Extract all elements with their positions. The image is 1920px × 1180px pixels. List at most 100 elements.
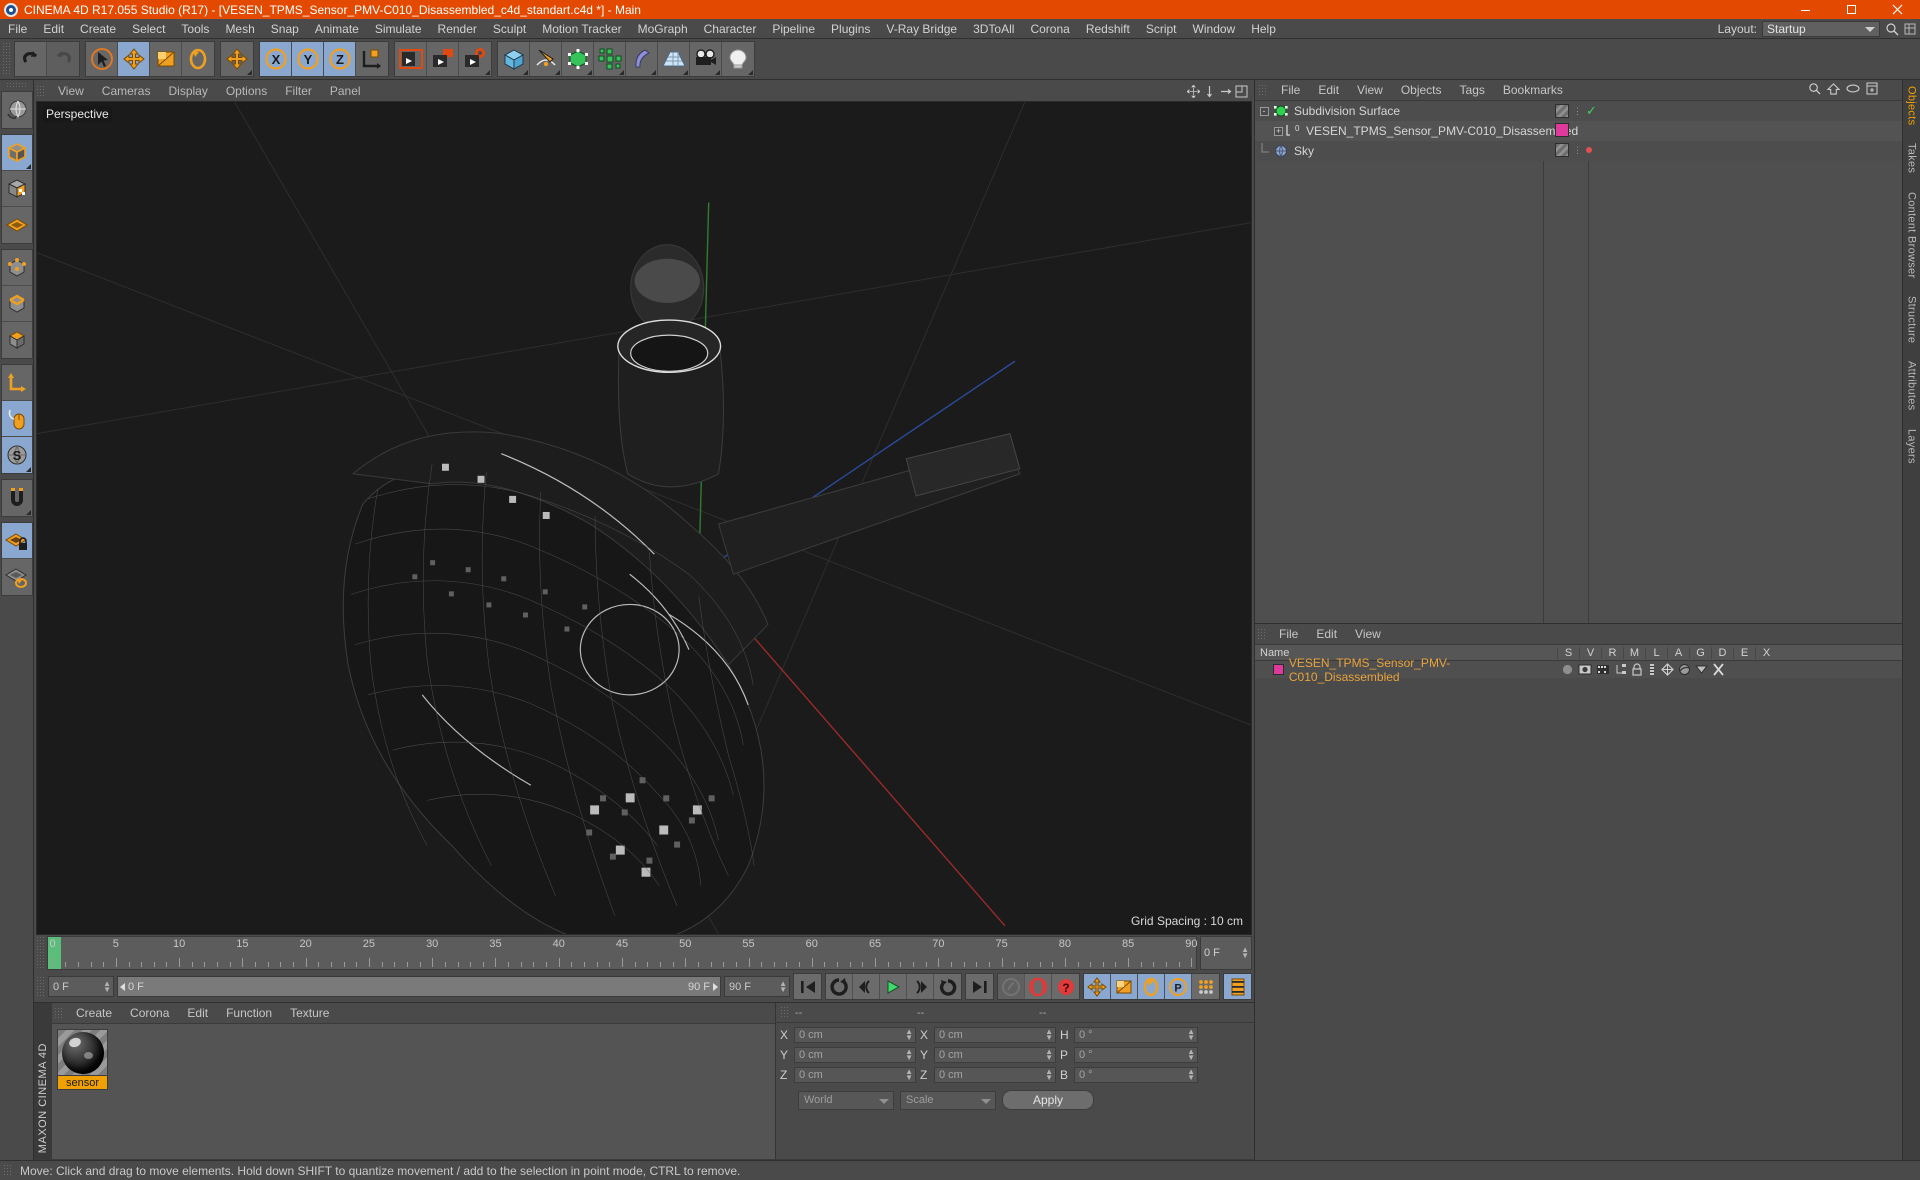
coord-input-rot-p[interactable]: 0 ° ▲ ▼ [1074, 1047, 1198, 1063]
expander-toggle[interactable]: + [1255, 126, 1285, 136]
menu-mograph[interactable]: MoGraph [630, 19, 696, 39]
expander-toggle[interactable]: - [1255, 106, 1273, 116]
coord-input-pos-y[interactable]: 0 cm ▲ ▼ [794, 1047, 916, 1063]
column-e[interactable]: E [1733, 646, 1755, 659]
menu-tools[interactable]: Tools [173, 19, 217, 39]
material-menu-create[interactable]: Create [67, 1003, 121, 1023]
render-icon[interactable] [1596, 663, 1610, 676]
object-menu-edit[interactable]: Edit [1309, 80, 1348, 100]
play-loop-button[interactable] [934, 974, 961, 999]
viewport-menu-options[interactable]: Options [217, 82, 276, 101]
play-backwards-button[interactable] [826, 974, 853, 999]
menu-edit[interactable]: Edit [35, 19, 72, 39]
anim-start-field[interactable]: 0 F ▲ ▼ [48, 976, 114, 997]
rotate-view-icon[interactable] [1219, 85, 1232, 98]
spinner-icon[interactable]: ▲ ▼ [905, 1048, 913, 1062]
object-menu-tags[interactable]: Tags [1451, 80, 1494, 100]
visibility-check-icon[interactable]: ✓ [1586, 103, 1597, 119]
menu-create[interactable]: Create [72, 19, 124, 39]
object-menu-file[interactable]: File [1272, 80, 1309, 100]
tab-content-browser[interactable]: Content Browser [1906, 192, 1918, 278]
layer-menu-file[interactable]: File [1270, 624, 1307, 644]
object-row-subdivision-surface[interactable]: - Subdivision Surface ⋮ ✓ [1255, 101, 1902, 121]
coord-input-rot-h[interactable]: 0 ° ▲ ▼ [1074, 1027, 1198, 1043]
coord-input-size-z[interactable]: 0 cm ▲ ▼ [934, 1067, 1056, 1083]
object-axis-button[interactable] [1, 365, 32, 401]
animation-icon[interactable] [1647, 663, 1657, 676]
scale-key-button[interactable] [1111, 974, 1138, 999]
solo-dot-icon[interactable] [1561, 663, 1574, 676]
left-toolbar-grip[interactable] [5, 82, 28, 89]
expand-box-icon[interactable]: + [1274, 126, 1283, 136]
enable-axis-button[interactable] [1, 401, 32, 437]
material-menu-corona[interactable]: Corona [121, 1003, 178, 1023]
layer-color-swatch[interactable] [1273, 664, 1284, 675]
material-list[interactable]: sensor [52, 1023, 775, 1159]
material-manager-grip[interactable] [54, 1006, 63, 1020]
edge-mode-button[interactable] [1, 286, 32, 322]
menu-sculpt[interactable]: Sculpt [485, 19, 534, 39]
object-menu-objects[interactable]: Objects [1392, 80, 1451, 100]
animbar-grip[interactable] [36, 976, 45, 997]
column-v[interactable]: V [1579, 646, 1601, 659]
toolbar-grip[interactable] [2, 42, 12, 76]
range-right-handle-icon[interactable] [713, 982, 718, 991]
column-r[interactable]: R [1601, 646, 1623, 659]
range-left-handle-icon[interactable] [120, 982, 125, 991]
object-row-sky[interactable]: Sky ⋮ [1255, 141, 1902, 161]
layer-name-cell[interactable]: VESEN_TPMS_Sensor_PMV-C010_Disassembled [1255, 656, 1557, 684]
deformers-icon[interactable] [1678, 663, 1691, 676]
lock-workplane-button[interactable] [1, 523, 32, 559]
viewport-grip[interactable] [36, 85, 45, 98]
next-key-button[interactable] [907, 974, 934, 999]
menu-pipeline[interactable]: Pipeline [764, 19, 823, 39]
autokeying-button[interactable] [1025, 974, 1052, 999]
spinner-icon[interactable]: ▲ ▼ [905, 1028, 913, 1042]
add-light-button[interactable] [722, 42, 754, 76]
undo-button[interactable] [15, 42, 47, 76]
undo-view-button[interactable] [1, 92, 32, 128]
magnet-tool-button[interactable] [1, 480, 32, 516]
scale-tool[interactable] [150, 42, 182, 76]
model-mode-button[interactable] [1, 135, 32, 171]
keyframe-selection-button[interactable]: ? [1052, 974, 1079, 999]
coordinate-mode-select[interactable]: Scale [900, 1090, 996, 1110]
generators-icon[interactable] [1661, 663, 1674, 676]
object-tree[interactable]: - Subdivision Surface ⋮ ✓ + 0 VESEN_TPMS… [1255, 100, 1902, 623]
tab-objects[interactable]: Objects [1906, 86, 1918, 125]
menu-snap[interactable]: Snap [263, 19, 307, 39]
column-d[interactable]: D [1711, 646, 1733, 659]
param-key-button[interactable]: P [1165, 974, 1192, 999]
menu-motion-tracker[interactable]: Motion Tracker [534, 19, 629, 39]
timeline-track[interactable]: 0 5 10 15 20 25 30 35 40 45 50 55 60 65 70 75 80 85 90 [47, 936, 1198, 970]
magnifier-icon[interactable] [1808, 82, 1821, 95]
workplane-mode-button[interactable] [1, 559, 32, 595]
menu-select[interactable]: Select [124, 19, 173, 39]
menu-animate[interactable]: Animate [307, 19, 367, 39]
spinner-icon[interactable]: ▲ ▼ [1187, 1028, 1195, 1042]
object-tag-area[interactable]: ⋮ [1555, 123, 1582, 137]
spinner-icon[interactable]: ▲ ▼ [103, 979, 111, 993]
expressions-icon[interactable] [1695, 664, 1708, 675]
go-to-start-button[interactable] [794, 974, 821, 999]
previous-key-button[interactable] [853, 974, 880, 999]
live-selection-tool[interactable] [86, 42, 118, 76]
add-deformer-button[interactable] [626, 42, 658, 76]
magnifier-icon[interactable] [1885, 22, 1899, 36]
spinner-icon[interactable]: ▲ ▼ [1045, 1028, 1053, 1042]
menu-render[interactable]: Render [430, 19, 485, 39]
coordinates-grip[interactable] [780, 1006, 789, 1019]
column-x[interactable]: X [1755, 646, 1777, 659]
spinner-icon[interactable]: ▲ ▼ [1045, 1068, 1053, 1082]
tab-layers[interactable]: Layers [1906, 429, 1918, 464]
menu-mesh[interactable]: Mesh [217, 19, 262, 39]
viewport-menu-view[interactable]: View [49, 82, 93, 101]
record-active-objects-button[interactable] [998, 974, 1025, 999]
timeline-button[interactable] [1224, 974, 1251, 999]
collapse-box-icon[interactable]: - [1259, 106, 1269, 116]
coord-input-pos-z[interactable]: 0 cm ▲ ▼ [794, 1067, 916, 1083]
render-view-button[interactable] [395, 42, 427, 76]
add-generator-button[interactable] [562, 42, 594, 76]
x-axis-lock[interactable]: X [260, 42, 292, 76]
viewport-menu-cameras[interactable]: Cameras [93, 82, 160, 101]
